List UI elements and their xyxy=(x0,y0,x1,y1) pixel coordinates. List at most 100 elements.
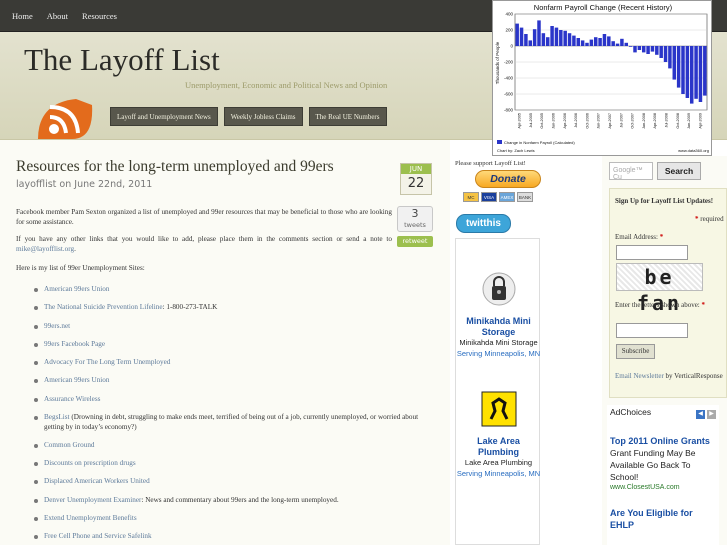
chart-bar xyxy=(698,46,703,102)
site-title[interactable]: The Layoff List xyxy=(24,42,220,78)
list-item: Advocacy For The Long Term Unemployed xyxy=(34,358,434,368)
adchoices-label[interactable]: AdChoices xyxy=(610,407,651,419)
resource-link[interactable]: Advocacy For The Long Term Unemployed xyxy=(44,358,170,366)
resource-link[interactable]: BegsList xyxy=(44,413,70,421)
resource-link[interactable]: Common Ground xyxy=(44,441,95,449)
chart-bar xyxy=(694,46,698,99)
chart-bar xyxy=(703,46,707,96)
list-item: Free Cell Phone and Service Safelink xyxy=(34,532,434,542)
resource-list: American 99ers Union The National Suicide… xyxy=(34,285,434,545)
search-button[interactable]: Search xyxy=(657,162,701,180)
chart-xtick-label: Jul-2006 xyxy=(574,113,578,128)
chart-xtick-label: Jul-2007 xyxy=(619,113,623,128)
payroll-chart-svg: Nonfarm Payroll Change (Recent History) … xyxy=(495,3,709,153)
resource-link[interactable]: Displaced American Workers United xyxy=(44,477,150,485)
resource-link[interactable]: Extend Unemployment Benefits xyxy=(44,514,137,522)
cat-jobless-claims[interactable]: Weekly Jobless Claims xyxy=(223,107,303,126)
amex-icon: AMEX xyxy=(499,192,515,202)
list-item: American 99ers Union xyxy=(34,376,434,386)
subscribe-button[interactable]: Subscribe xyxy=(616,344,655,359)
resource-link[interactable]: Discounts on prescription drugs xyxy=(44,459,136,467)
resource-link[interactable]: Free Cell Phone and Service Safelink xyxy=(44,532,152,540)
post-title[interactable]: Resources for the long-term unemployed a… xyxy=(16,158,334,176)
chart-xtick-label: Jan-2006 xyxy=(552,113,556,129)
newsletter-link[interactable]: Email Newsletter xyxy=(615,372,664,380)
chart-bar xyxy=(572,35,576,46)
chart-bar xyxy=(650,46,655,52)
yellow-pages-icon xyxy=(481,391,516,427)
next-arrow-icon[interactable]: ▶ xyxy=(707,410,716,419)
resource-link[interactable]: American 99ers Union xyxy=(44,376,109,384)
nav-about[interactable]: About xyxy=(47,11,68,21)
post-paragraph-3: Here is my list of 99er Unemployment Sit… xyxy=(16,264,145,272)
donate-button[interactable]: Donate xyxy=(475,170,541,188)
twitthis-button[interactable]: twitthis xyxy=(456,214,511,233)
chart-bar xyxy=(567,33,572,46)
resource-link[interactable]: Denver Unemployment Examiner xyxy=(44,496,141,504)
search-input[interactable]: Google™ Cu xyxy=(609,162,653,181)
chart-legend-swatch xyxy=(497,140,502,144)
nav-home[interactable]: Home xyxy=(12,11,33,21)
captcha-label: Enter the letters shown above: * xyxy=(615,301,706,309)
cat-layoff-news[interactable]: Layoff and Unemployment News xyxy=(110,107,218,126)
email-link[interactable]: mike@layofflist.org xyxy=(16,245,74,253)
captcha-image: be fan xyxy=(616,263,703,315)
resource-link[interactable]: 99ers Facebook Page xyxy=(44,340,105,348)
search-form: Google™ Cu Search xyxy=(609,162,701,181)
chart-xtick-label: Apr-2005 xyxy=(518,113,522,129)
ad-title-2[interactable]: Are You Eligible for EHLP xyxy=(607,507,719,531)
chart-bar xyxy=(628,46,633,47)
site-tagline: Unemployment, Economic and Political New… xyxy=(185,80,388,90)
resource-link[interactable]: Assurance Wireless xyxy=(44,395,100,403)
chart-xtick-label: Oct-2005 xyxy=(540,113,544,129)
resource-description: : 1-800-273-TALK xyxy=(162,303,218,312)
ad-plumbing-sub: Lake Area Plumbing xyxy=(464,458,533,467)
chart-bar xyxy=(615,43,620,46)
chart-xtick-label: Apr-2007 xyxy=(608,113,612,129)
chart-ytick-label: 400 xyxy=(505,12,513,17)
chart-bar xyxy=(620,38,624,46)
chart-bar xyxy=(524,34,528,46)
adchoices-arrows: ◀ ▶ xyxy=(694,407,716,419)
chart-xtick-label: Oct-2007 xyxy=(631,113,635,129)
ad-plumbing-name[interactable]: Lake Area Plumbing xyxy=(456,436,541,458)
chart-xtick-label: Jul-2005 xyxy=(529,113,533,128)
chart-bar xyxy=(541,33,546,46)
chart-bar xyxy=(598,38,602,46)
post-p2-end: . xyxy=(74,245,76,253)
email-field[interactable] xyxy=(616,245,688,260)
required-text: required xyxy=(700,215,724,223)
nav-resources[interactable]: Resources xyxy=(82,11,117,21)
date-month: JUN xyxy=(401,164,431,174)
top-nav: Home About Resources xyxy=(12,0,117,32)
cat-real-ue[interactable]: The Real UE Numbers xyxy=(308,107,387,126)
chart-bar xyxy=(545,37,550,46)
ad-minikahda-loc[interactable]: Serving Minneapolis, MN xyxy=(456,348,541,359)
ad-url-1[interactable]: www.ClosestUSA.com xyxy=(607,483,719,493)
ad-minikahda-name[interactable]: Minikahda Mini Storage xyxy=(456,316,541,338)
resource-link[interactable]: American 99ers Union xyxy=(44,285,109,293)
captcha-field[interactable] xyxy=(616,323,688,338)
tweet-count-badge[interactable]: 3 tweets xyxy=(397,206,433,232)
signup-footer-text: by VerticalResponse xyxy=(663,372,723,380)
ad-minikahda-sub: Minikahda Mini Storage xyxy=(459,338,538,347)
chart-bar xyxy=(528,40,533,46)
chart-bar xyxy=(641,46,646,53)
payroll-chart: Nonfarm Payroll Change (Recent History) … xyxy=(492,0,712,156)
ad-minikahda[interactable]: Minikahda Mini Storage Minikahda Mini St… xyxy=(456,271,541,359)
ad-plumbing-loc[interactable]: Serving Minneapolis, MN xyxy=(456,468,541,479)
retweet-button[interactable]: retweet xyxy=(397,236,433,247)
visa-icon: VISA xyxy=(481,192,497,202)
email-label: Email Address: * xyxy=(615,233,664,241)
chart-bar xyxy=(550,26,554,46)
resource-link[interactable]: The National Suicide Prevention Lifeline xyxy=(44,303,163,311)
chart-xtick-label: Jan-2008 xyxy=(642,113,646,129)
chart-bar xyxy=(580,40,585,46)
rss-icon[interactable] xyxy=(32,95,100,139)
resource-link[interactable]: 99ers.net xyxy=(44,322,70,330)
ad-title-1[interactable]: Top 2011 Online Grants xyxy=(607,435,719,447)
local-ads-box: Minikahda Mini Storage Minikahda Mini St… xyxy=(455,238,540,545)
chart-xtick-label: Apr-2006 xyxy=(563,113,567,129)
prev-arrow-icon[interactable]: ◀ xyxy=(696,410,705,419)
ad-plumbing[interactable]: Lake Area Plumbing Lake Area Plumbing Se… xyxy=(456,391,541,479)
